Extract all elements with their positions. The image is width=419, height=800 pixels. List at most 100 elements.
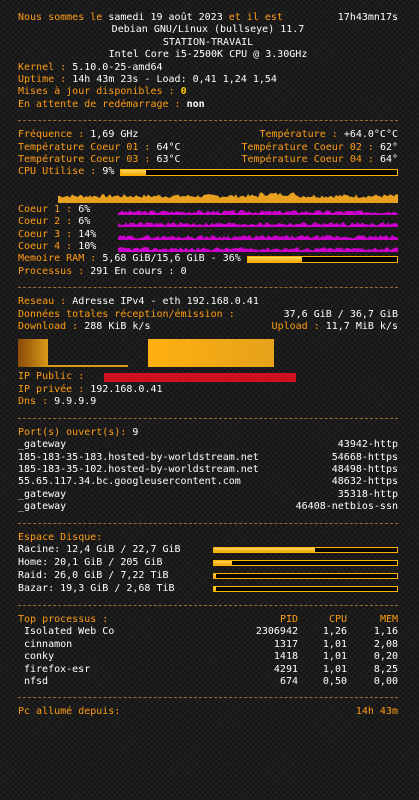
public-ip-label: IP Public :	[18, 371, 85, 383]
proc-name: nfsd	[24, 675, 49, 687]
uptime-footer: Pc allumé depuis: 14h 43m	[18, 706, 398, 718]
divider	[18, 287, 398, 289]
core-temps-line-2: Température Coeur 03 : 63°C Température …	[18, 154, 398, 166]
disk-bar	[213, 586, 398, 593]
port-service: 48632-https	[331, 476, 398, 488]
upload-graph	[148, 339, 274, 368]
uptime-line: Uptime : 14h 43m 23s - Load: 0,41 1,24 1…	[18, 74, 398, 86]
time-value: 17h43mn17s	[337, 12, 398, 23]
core3-temp-value: 63°C	[156, 154, 181, 166]
port-host: 185-183-35-183.hosted-by-worldstream.net	[18, 451, 259, 463]
date-lead: Nous sommes le	[18, 12, 103, 23]
proc-name: Isolated Web Co	[24, 626, 115, 638]
core3-temp-label: Température Coeur 03 :	[18, 154, 151, 166]
dns-value: 9.9.9.9	[54, 396, 97, 408]
proc-pid: 2306942	[255, 626, 298, 638]
core1-temp-value: 64°C	[156, 141, 181, 153]
ram-value: 5,68 GiB/15,6 GiB - 36%	[102, 253, 241, 265]
ports-header: Port(s) ouvert(s): 9	[18, 427, 398, 439]
proc-mem: 0,20	[373, 651, 398, 663]
port-service: 35318-http	[337, 488, 398, 500]
private-ip-value: 192.168.0.41	[90, 383, 163, 395]
proc-name: conky	[24, 651, 55, 663]
proc-label: Processus :	[18, 265, 85, 277]
public-ip-line: IP Public :	[18, 371, 398, 383]
temp-label: Température :	[259, 129, 338, 141]
core-graphs: Coeur 1 : 6% Coeur 2 : 6% Coeur 3 : 14% …	[18, 204, 398, 254]
cpu-usage-line: CPU Utilise : 9%	[18, 166, 398, 178]
core-label: Coeur 3 :	[18, 228, 73, 240]
date-value: samedi 19 août 2023	[108, 12, 223, 23]
core-graph	[118, 247, 398, 253]
proc-pid: 4291	[273, 663, 298, 675]
top-label: Top processus :	[18, 613, 109, 625]
core4-temp-label: Température Coeur 04 :	[241, 154, 374, 166]
proc-pid: 1317	[273, 638, 298, 650]
disk-bar-fill	[214, 574, 216, 579]
net-totals-line: Données totales réception/émission : 37,6…	[18, 309, 398, 321]
cpu-usage-value: 9%	[102, 166, 115, 178]
proc-cpu: 1,01	[322, 663, 347, 675]
port-row: _gateway 35318-http	[18, 489, 398, 501]
reboot-value: non	[186, 98, 205, 110]
disk-text: Bazar: 19,3 GiB / 2,68 TiB	[18, 583, 175, 595]
disk-text: Raid: 26,0 GiB / 7,22 TiB	[18, 570, 169, 582]
proc-mem: 8,25	[373, 663, 398, 675]
upload-graph-area	[148, 339, 274, 368]
net-totals-value: 37,6 GiB / 36,7 GiB	[283, 308, 398, 320]
table-row: nfsd 674 0,50 0,00	[18, 676, 398, 688]
uptime-value: 14h 43m 23s - Load: 0,41 1,24 1,54	[72, 74, 277, 86]
port-row: 185-183-35-183.hosted-by-worldstream.net…	[18, 452, 398, 464]
port-service: 46408-netbios-ssn	[295, 501, 398, 513]
core-history-area	[118, 247, 398, 253]
ports-label: Port(s) ouvert(s):	[18, 426, 127, 438]
proc-pid: 674	[279, 675, 298, 687]
core-row: Coeur 4 : 10%	[18, 241, 398, 253]
table-row: conky 1418 1,01 0,20	[18, 651, 398, 663]
disk-bar-fill	[214, 548, 315, 553]
dns-line: Dns : 9.9.9.9	[18, 396, 398, 408]
ram-label: Memoire RAM :	[18, 253, 97, 265]
cpu-usage-bar-fill	[121, 170, 147, 176]
core4-temp-value: 64°	[379, 154, 398, 166]
freq-temp-line: Fréquence : 1,69 GHz Température : +64.0…	[18, 129, 398, 141]
running-value: 0	[180, 265, 187, 277]
dns-label: Dns :	[18, 396, 49, 408]
disk-label: Espace Disque:	[18, 531, 103, 543]
port-host: _gateway	[18, 439, 67, 451]
core-graph	[118, 210, 398, 216]
proc-pid: 1418	[273, 651, 298, 663]
private-ip-line: IP privée : 192.168.0.41	[18, 384, 398, 396]
net-graphs	[18, 339, 398, 368]
proc-name: cinnamon	[24, 638, 73, 650]
ram-bar	[246, 256, 398, 264]
time-lead: et il est	[228, 12, 283, 23]
footer-label: Pc allumé depuis:	[18, 706, 121, 718]
top-header-row: Top processus : PID CPU MEM	[18, 614, 398, 626]
proc-cpu: 0,50	[322, 675, 347, 687]
net-speed-line: Download : 288 KiB k/s Upload : 11,7 MiB…	[18, 321, 398, 333]
port-service: 43942-http	[337, 439, 398, 451]
col-cpu: CPU	[328, 613, 347, 625]
proc-cpu: 1,01	[322, 638, 347, 650]
kernel-line: Kernel : 5.10.0-25-amd64	[18, 62, 398, 74]
core-graph	[118, 222, 398, 228]
core-row: Coeur 1 : 6%	[18, 204, 398, 216]
core-history-area	[118, 210, 398, 216]
uptime-label: Uptime :	[18, 74, 67, 86]
core-label: Coeur 1 :	[18, 203, 73, 215]
net-totals-label: Données totales réception/émission :	[18, 308, 235, 320]
ports-count: 9	[132, 426, 139, 438]
proc-mem: 2,08	[373, 638, 398, 650]
freq-value: 1,69 GHz	[90, 129, 139, 141]
port-row: 185-183-35-102.hosted-by-worldstream.net…	[18, 464, 398, 476]
disk-row: Racine: 12,4 GiB / 22,7 GiB	[18, 544, 398, 557]
download-label: Download :	[18, 321, 79, 333]
upload-label: Upload :	[271, 321, 320, 333]
private-ip-label: IP privée :	[18, 383, 85, 395]
conky-panel: Nous sommes le samedi 19 août 2023 et il…	[18, 12, 398, 719]
proc-cpu: 1,01	[322, 651, 347, 663]
core-temps-line-1: Température Coeur 01 : 64°C Température …	[18, 142, 398, 154]
table-row: cinnamon 1317 1,01 2,08	[18, 639, 398, 651]
core2-temp-label: Température Coeur 02 :	[241, 141, 374, 153]
